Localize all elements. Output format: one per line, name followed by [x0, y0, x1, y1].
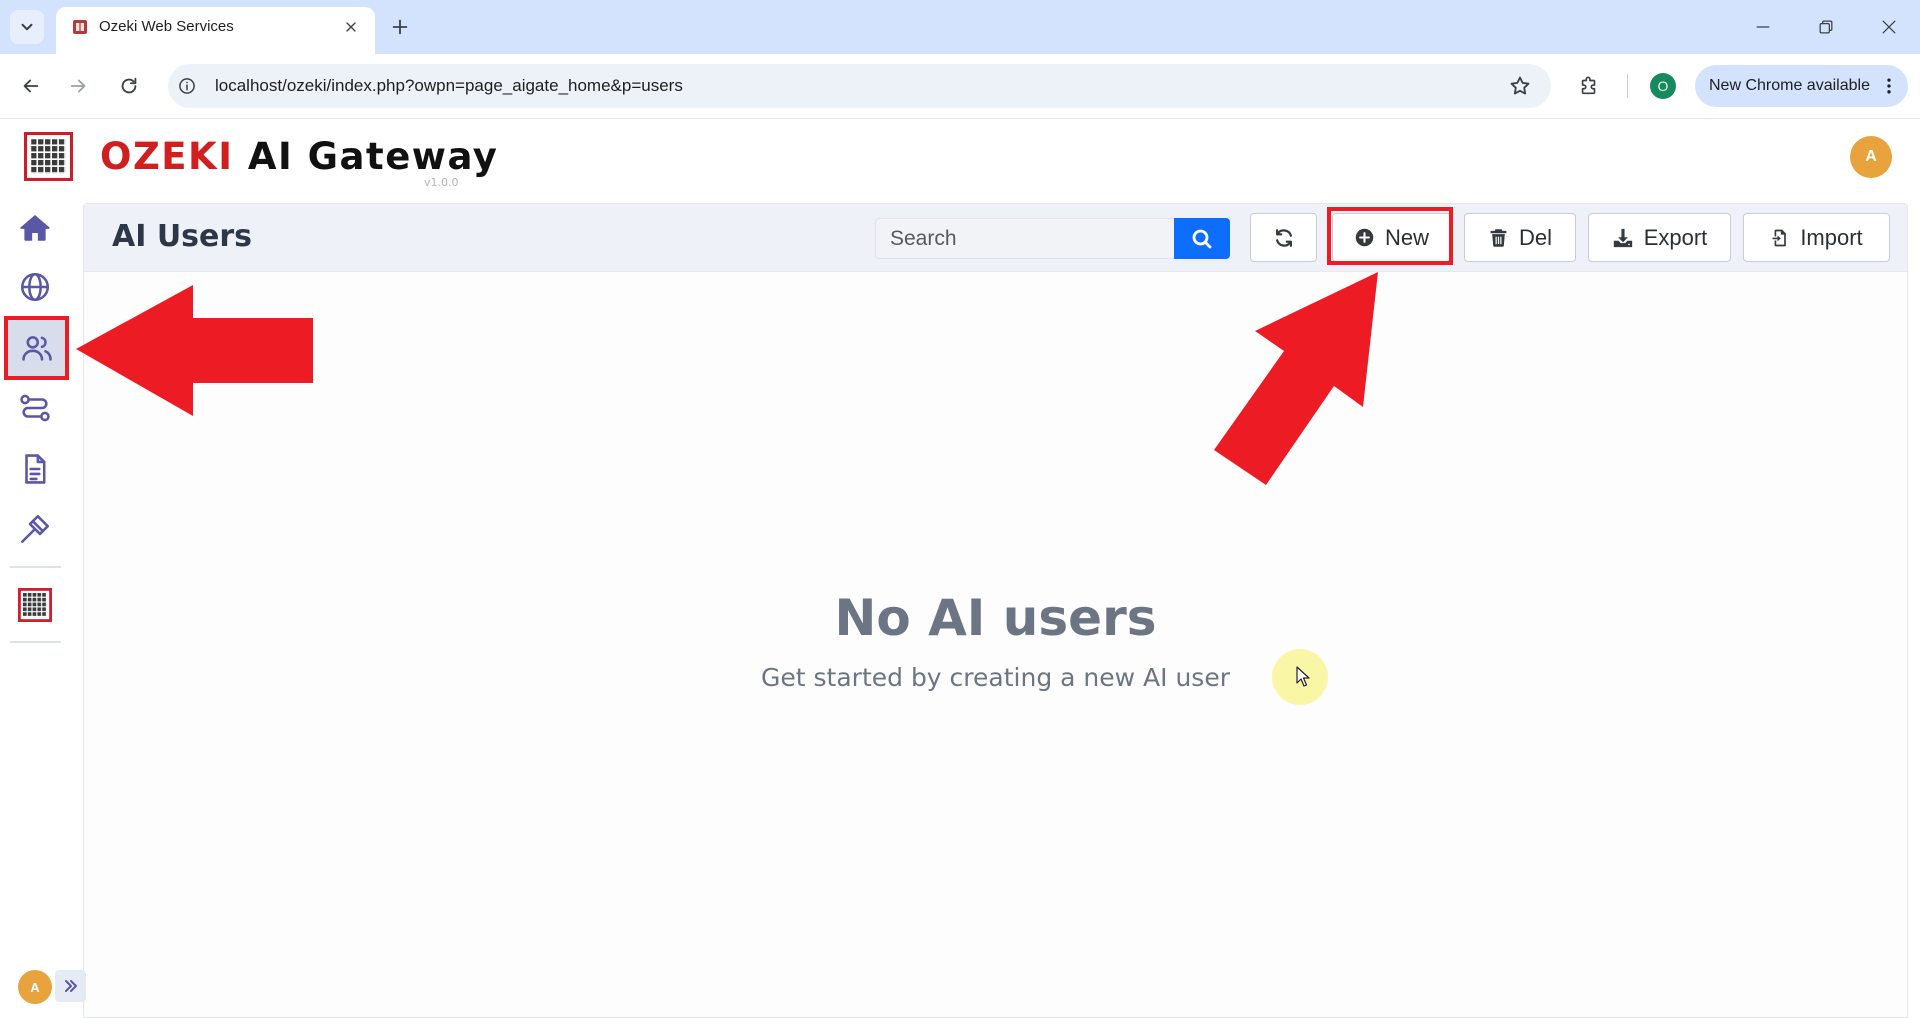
extensions-button[interactable]: [1577, 74, 1601, 98]
forward-arrow-icon: [70, 79, 86, 93]
sidebar-item-home[interactable]: [8, 201, 62, 255]
double-chevron-right-icon: [64, 980, 77, 992]
delete-button[interactable]: Del: [1464, 213, 1576, 262]
window-minimize-button[interactable]: [1751, 15, 1775, 39]
sidebar-user-avatar[interactable]: A: [18, 970, 52, 1004]
sidebar-divider: [10, 566, 61, 568]
brand-secondary: AI Gateway: [247, 135, 499, 178]
import-button-label: Import: [1800, 224, 1863, 250]
address-url[interactable]: localhost/ozeki/index.php?owpn=page_aiga…: [215, 64, 683, 108]
restore-icon: [1819, 20, 1833, 34]
brand-primary: OZEKI: [100, 135, 234, 178]
new-tab-button[interactable]: [388, 15, 412, 39]
reload-button[interactable]: [117, 74, 141, 98]
file-import-icon: [1772, 229, 1787, 246]
tab-close-button[interactable]: [341, 17, 361, 37]
trash-icon: [1490, 228, 1507, 247]
plus-icon: [392, 19, 408, 35]
sidebar-item-tools[interactable]: [8, 502, 62, 556]
puzzle-icon: [1581, 76, 1596, 95]
refresh-icon: [1275, 228, 1292, 247]
delete-button-label: Del: [1518, 224, 1552, 250]
page-title: AI Users: [112, 219, 253, 254]
window-close-icon: [1882, 20, 1896, 34]
profile-avatar[interactable]: O: [1650, 73, 1676, 99]
sidebar-item-documents[interactable]: [8, 442, 62, 496]
sidebar-expand-button[interactable]: [55, 970, 86, 1002]
star-icon[interactable]: [1508, 74, 1532, 98]
panel-header: AI Users New Del Export: [84, 204, 1907, 272]
sidebar-item-ozeki[interactable]: [8, 578, 62, 632]
refresh-button[interactable]: [1250, 213, 1317, 262]
export-button-label: Export: [1643, 224, 1708, 250]
ozeki-logo-icon: [18, 588, 52, 622]
ozeki-logo-icon[interactable]: [24, 132, 73, 181]
brand-title: OZEKI AI Gateway: [100, 135, 498, 179]
sidebar-divider: [10, 641, 61, 643]
reload-icon: [121, 77, 137, 94]
download-icon: [1613, 228, 1632, 247]
sidebar-item-network[interactable]: [8, 260, 62, 314]
chrome-update-button[interactable]: New Chrome available: [1695, 65, 1908, 107]
chevron-down-icon: [21, 23, 33, 31]
app-header: OZEKI AI Gateway v1.0.0 A: [0, 119, 1920, 203]
globe-icon: [20, 272, 50, 302]
hammer-icon: [20, 514, 50, 544]
ai-users-panel: AI Users New Del Export: [83, 203, 1908, 1018]
search-input[interactable]: [875, 218, 1174, 259]
close-icon: [346, 22, 356, 32]
kebab-menu-icon: [1887, 78, 1891, 94]
browser-tab[interactable]: Ozeki Web Services: [56, 7, 375, 54]
app-version: v1.0.0: [424, 176, 459, 189]
home-icon: [20, 214, 50, 241]
sidebar: A: [0, 190, 86, 1018]
empty-state-subtitle: Get started by creating a new AI user: [761, 663, 1230, 692]
window-close-button[interactable]: [1877, 15, 1901, 39]
minimize-icon: [1756, 26, 1770, 28]
highlight-box-new-button: [1327, 207, 1453, 265]
import-button[interactable]: Import: [1743, 213, 1890, 262]
browser-tab-strip: Ozeki Web Services: [0, 0, 1920, 54]
tab-search-button[interactable]: [10, 10, 44, 44]
chrome-update-label: New Chrome available: [1709, 77, 1870, 94]
export-button[interactable]: Export: [1588, 213, 1731, 262]
highlight-box-users: [4, 316, 69, 380]
window-restore-button[interactable]: [1814, 15, 1838, 39]
search-button[interactable]: [1174, 218, 1230, 259]
info-icon[interactable]: [177, 76, 197, 96]
search-icon: [1192, 229, 1212, 248]
back-button[interactable]: [19, 74, 43, 98]
user-avatar[interactable]: A: [1850, 136, 1892, 178]
sidebar-item-routes[interactable]: [8, 381, 62, 435]
address-bar[interactable]: localhost/ozeki/index.php?owpn=page_aiga…: [168, 64, 1551, 108]
document-icon: [25, 454, 46, 484]
browser-toolbar: localhost/ozeki/index.php?owpn=page_aiga…: [0, 54, 1920, 119]
tab-title: Ozeki Web Services: [99, 18, 234, 35]
mouse-pointer-icon: [1296, 666, 1310, 687]
empty-state-title: No AI users: [834, 589, 1157, 647]
routes-icon: [20, 394, 50, 422]
toolbar-separator: [1627, 74, 1628, 98]
forward-button[interactable]: [66, 74, 90, 98]
back-arrow-icon: [23, 79, 39, 93]
favicon-icon: [73, 20, 87, 34]
